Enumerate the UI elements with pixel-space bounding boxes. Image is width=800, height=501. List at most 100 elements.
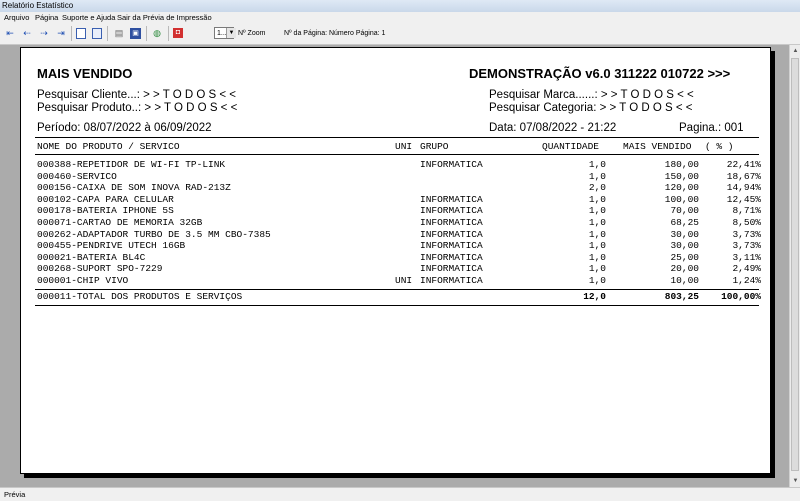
col-produto: NOME DO PRODUTO / SERVICO <box>37 141 180 152</box>
cell-produto: 000262-ADAPTADOR TURBO DE 3.5 MM CBO-738… <box>37 228 271 240</box>
cell-grupo: INFORMATICA <box>420 217 483 228</box>
cell-pct: 14,94% <box>726 182 761 194</box>
last-page-icon[interactable]: ⇥ <box>55 27 67 40</box>
cell-qtd: 1,0 <box>588 251 606 263</box>
cell-produto: 000071-CARTAO DE MEMORIA 32GB <box>37 217 203 228</box>
filter-marca-label: Pesquisar Marca......: <box>489 89 598 101</box>
cell-pct: 8,50% <box>732 217 761 228</box>
filter-cliente: Pesquisar Cliente...: > > T O D O S < < <box>37 88 236 102</box>
cell-valor: 150,00 <box>664 170 699 182</box>
first-page-icon[interactable]: ⇤ <box>4 27 16 40</box>
toolbar: ⇤ ⇠ ⇢ ⇥ ▤ ▣ ◍ ◘ 1... ▼ Nº Zoom Nº da Pág… <box>0 23 800 45</box>
status-bar: Prévia <box>0 487 800 501</box>
total-valor: 803,25 <box>664 291 699 302</box>
cell-produto: 000178-BATERIA IPHONE 5S <box>37 205 174 217</box>
report-period: Período: 08/07/2022 à 06/09/2022 <box>37 122 212 134</box>
cell-valor: 10,00 <box>670 275 699 286</box>
total-label: 000011-TOTAL DOS PRODUTOS E SERVIÇOS <box>37 291 243 302</box>
toolbar-separator <box>107 26 108 41</box>
cell-grupo: INFORMATICA <box>420 275 483 286</box>
cell-qtd: 1,0 <box>588 170 606 182</box>
cell-qtd: 1,0 <box>588 205 606 217</box>
window-title: Relatório Estatístico <box>2 1 74 10</box>
cell-pct: 22,41% <box>726 159 761 170</box>
menu-pagina[interactable]: Página <box>35 12 58 23</box>
vertical-scrollbar[interactable]: ▲ ▼ <box>789 45 800 487</box>
cell-qtd: 1,0 <box>588 275 606 286</box>
cell-valor: 180,00 <box>664 159 699 170</box>
header-rule <box>35 137 759 138</box>
cell-valor: 25,00 <box>670 251 699 263</box>
cell-produto: 000455-PENDRIVE UTECH 16GB <box>37 240 186 252</box>
cell-grupo: INFORMATICA <box>420 205 483 217</box>
col-pct: ( % ) <box>705 141 734 152</box>
save-icon[interactable]: ▣ <box>130 28 141 39</box>
filter-categoria: Pesquisar Categoria: > > T O D O S < < <box>489 101 693 115</box>
cell-produto: 000156-CAIXA DE SOM INOVA RAD-213Z <box>37 182 231 194</box>
title-bar: Relatório Estatístico <box>0 0 800 12</box>
filter-cliente-value: > > T O D O S < < <box>143 89 237 101</box>
total-pct: 100,00% <box>721 291 761 302</box>
cell-grupo: INFORMATICA <box>420 193 483 205</box>
page-number-label: Nº da Página: Número Página: 1 <box>284 30 386 37</box>
cell-uni: UNI <box>395 275 413 286</box>
cell-produto: 000460-SERVICO <box>37 170 117 182</box>
report-date: Data: 07/08/2022 - 21:22 <box>489 122 617 134</box>
cell-pct: 18,67% <box>726 170 761 182</box>
col-uni: UNI <box>395 141 413 152</box>
columns-rule <box>35 154 759 155</box>
cell-qtd: 1,0 <box>588 240 606 252</box>
cell-valor: 30,00 <box>670 228 699 240</box>
cell-pct: 3,11% <box>732 251 761 263</box>
cell-valor: 120,00 <box>664 182 699 194</box>
cell-pct: 3,73% <box>732 228 761 240</box>
close-icon[interactable]: ◘ <box>173 28 183 38</box>
filter-marca: Pesquisar Marca......: > > T O D O S < < <box>489 88 694 102</box>
menu-arquivo[interactable]: Arquivo <box>4 12 29 23</box>
cell-grupo: INFORMATICA <box>420 251 483 263</box>
cell-pct: 2,49% <box>732 263 761 275</box>
cell-qtd: 1,0 <box>588 193 606 205</box>
cell-pct: 3,73% <box>732 240 761 252</box>
total-rule-bottom <box>35 305 759 306</box>
total-qtd: 12,0 <box>583 291 606 302</box>
scroll-down-icon[interactable]: ▼ <box>790 475 800 487</box>
filter-produto: Pesquisar Produto..: > > T O D O S < < <box>37 101 237 115</box>
menu-bar: Arquivo Página Suporte e Ajuda Sair da P… <box>0 12 800 23</box>
cell-qtd: 1,0 <box>588 159 606 170</box>
cell-produto: 000268-SUPORT SPO-7229 <box>37 263 163 275</box>
cell-grupo: INFORMATICA <box>420 228 483 240</box>
report-page-number: Pagina.: 001 <box>679 122 744 134</box>
total-rule-top <box>35 289 759 290</box>
toolbar-separator <box>146 26 147 41</box>
globe-icon[interactable]: ◍ <box>151 27 163 40</box>
cell-valor: 20,00 <box>670 263 699 275</box>
prev-page-icon[interactable]: ⇠ <box>21 27 33 40</box>
menu-sair-previa[interactable]: Sair da Prévia de Impressão <box>117 12 212 23</box>
cell-qtd: 1,0 <box>588 217 606 228</box>
single-page-icon[interactable] <box>76 28 86 39</box>
filter-cliente-label: Pesquisar Cliente...: <box>37 89 140 101</box>
scrollbar-thumb[interactable] <box>791 58 799 471</box>
cell-valor: 68,25 <box>670 217 699 228</box>
cell-valor: 100,00 <box>664 193 699 205</box>
cell-pct: 12,45% <box>726 193 761 205</box>
cell-pct: 8,71% <box>732 205 761 217</box>
report-version: DEMONSTRAÇÃO v6.0 311222 010722 >>> <box>469 66 731 81</box>
chevron-down-icon[interactable]: ▼ <box>226 28 236 38</box>
filter-categoria-value: > > T O D O S < < <box>599 102 693 114</box>
cell-pct: 1,24% <box>732 275 761 286</box>
scroll-up-icon[interactable]: ▲ <box>790 45 800 57</box>
printer-icon[interactable]: ▤ <box>113 27 125 40</box>
filter-produto-value: > > T O D O S < < <box>144 102 238 114</box>
report-title: MAIS VENDIDO <box>37 66 133 81</box>
next-page-icon[interactable]: ⇢ <box>38 27 50 40</box>
filter-produto-label: Pesquisar Produto..: <box>37 102 142 114</box>
cell-produto: 000388-REPETIDOR DE WI-FI TP-LINK <box>37 159 226 170</box>
cell-valor: 30,00 <box>670 240 699 252</box>
status-text: Prévia <box>4 490 26 499</box>
two-pages-icon[interactable] <box>92 28 102 39</box>
col-mais-vendido: MAIS VENDIDO <box>623 141 692 152</box>
zoom-label: Nº Zoom <box>238 30 266 37</box>
menu-suporte[interactable]: Suporte e Ajuda <box>62 12 115 23</box>
